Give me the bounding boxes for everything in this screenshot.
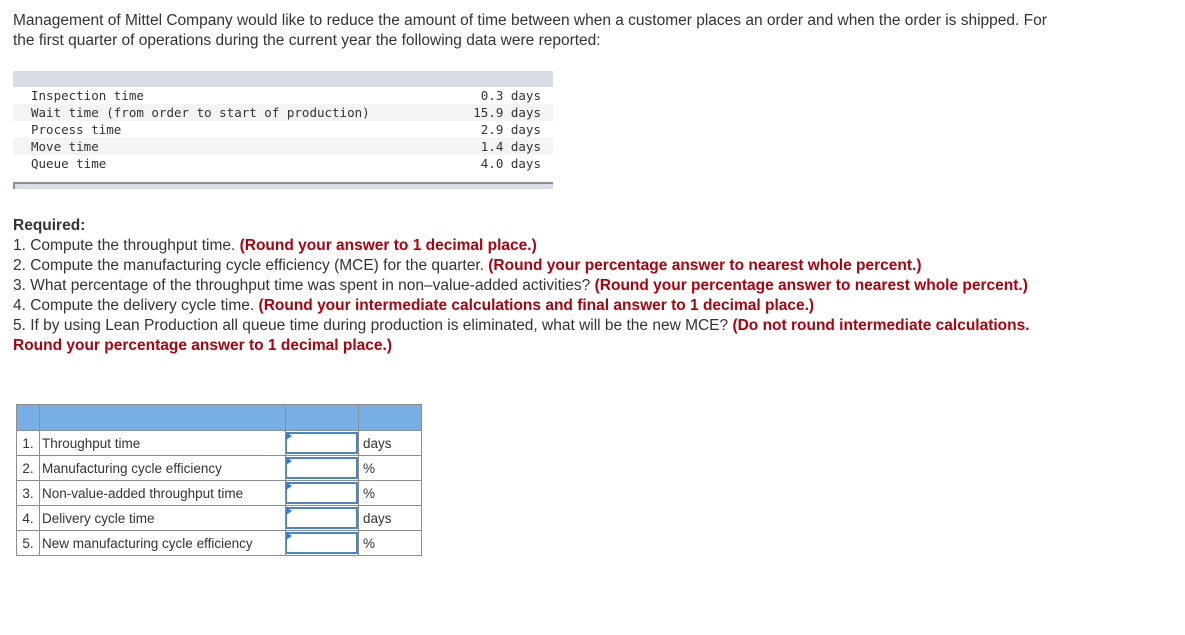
required-item: 2. Compute the manufacturing cycle effic…: [13, 257, 922, 274]
input-flag-icon: [286, 482, 292, 490]
unit-label: %: [358, 455, 422, 481]
answer-row: 4. Delivery cycle time days: [16, 505, 422, 531]
input-flag-icon: [286, 507, 292, 515]
row-label: Inspection time: [31, 88, 144, 103]
row-number: 2.: [16, 455, 40, 481]
mce-input[interactable]: [286, 457, 358, 479]
required-heading: Required:: [13, 217, 86, 234]
input-flag-icon: [286, 432, 292, 440]
row-label: Process time: [31, 122, 122, 137]
input-flag-icon: [286, 457, 292, 465]
answer-row: 1. Throughput time days: [16, 430, 422, 456]
table-row: Queue time 4.0 days: [13, 155, 553, 172]
row-number: 5.: [16, 530, 40, 556]
required-item: 5. If by using Lean Production all queue…: [13, 317, 1030, 354]
rounding-note: (Round your answer to 1 decimal place.): [239, 237, 537, 254]
data-table-header: [13, 71, 553, 87]
required-item: 1. Compute the throughput time. (Round y…: [13, 237, 537, 254]
input-flag-icon: [286, 532, 292, 540]
required-item: 3. What percentage of the throughput tim…: [13, 277, 1028, 294]
delivery-cycle-time-input[interactable]: [286, 507, 358, 529]
row-label: Throughput time: [39, 430, 286, 456]
rounding-note: (Round your percentage answer to nearest…: [594, 277, 1028, 294]
table-row: Inspection time 0.3 days: [13, 87, 553, 104]
row-label: Move time: [13, 138, 440, 155]
row-label: Manufacturing cycle efficiency: [39, 455, 286, 481]
reported-data-table: Inspection time 0.3 days Wait time (from …: [13, 71, 553, 172]
row-value: 1.4 days: [439, 138, 553, 155]
unit-label: days: [358, 505, 422, 531]
rounding-note: (Round your intermediate calculations an…: [258, 297, 815, 314]
table-row: Move time 1.4 days: [13, 138, 553, 155]
row-number: 3.: [16, 480, 40, 506]
answer-row: 3. Non-value-added throughput time %: [16, 480, 422, 506]
row-value: 4.0 days: [480, 156, 541, 171]
row-label: New manufacturing cycle efficiency: [39, 530, 286, 556]
required-section: Required: 1. Compute the throughput time…: [13, 216, 1073, 356]
unit-label: days: [358, 430, 422, 456]
answer-table-header: [16, 404, 422, 431]
new-mce-input[interactable]: [286, 532, 358, 554]
row-label: Wait time (from order to start of produc…: [13, 104, 440, 121]
row-label: Non-value-added throughput time: [39, 480, 286, 506]
unit-label: %: [358, 530, 422, 556]
row-number: 1.: [16, 430, 40, 456]
problem-intro: Management of Mittel Company would like …: [13, 12, 1047, 49]
non-value-added-input[interactable]: [286, 482, 358, 504]
row-value: 0.3 days: [480, 88, 541, 103]
data-table-footer: [13, 182, 553, 189]
answer-table: 1. Throughput time days 2. Manufacturing…: [16, 404, 422, 556]
row-number: 4.: [16, 505, 40, 531]
row-label: Queue time: [31, 156, 107, 171]
row-value: 2.9 days: [480, 122, 541, 137]
row-value: 15.9 days: [439, 104, 553, 121]
table-row: Process time 2.9 days: [13, 121, 553, 138]
answer-row: 5. New manufacturing cycle efficiency %: [16, 530, 422, 556]
throughput-time-input[interactable]: [286, 432, 358, 454]
row-label: Delivery cycle time: [39, 505, 286, 531]
answer-row: 2. Manufacturing cycle efficiency %: [16, 455, 422, 481]
table-row: Wait time (from order to start of produc…: [13, 104, 553, 121]
unit-label: %: [358, 480, 422, 506]
required-item: 4. Compute the delivery cycle time. (Rou…: [13, 297, 815, 314]
rounding-note: (Round your percentage answer to nearest…: [488, 257, 922, 274]
